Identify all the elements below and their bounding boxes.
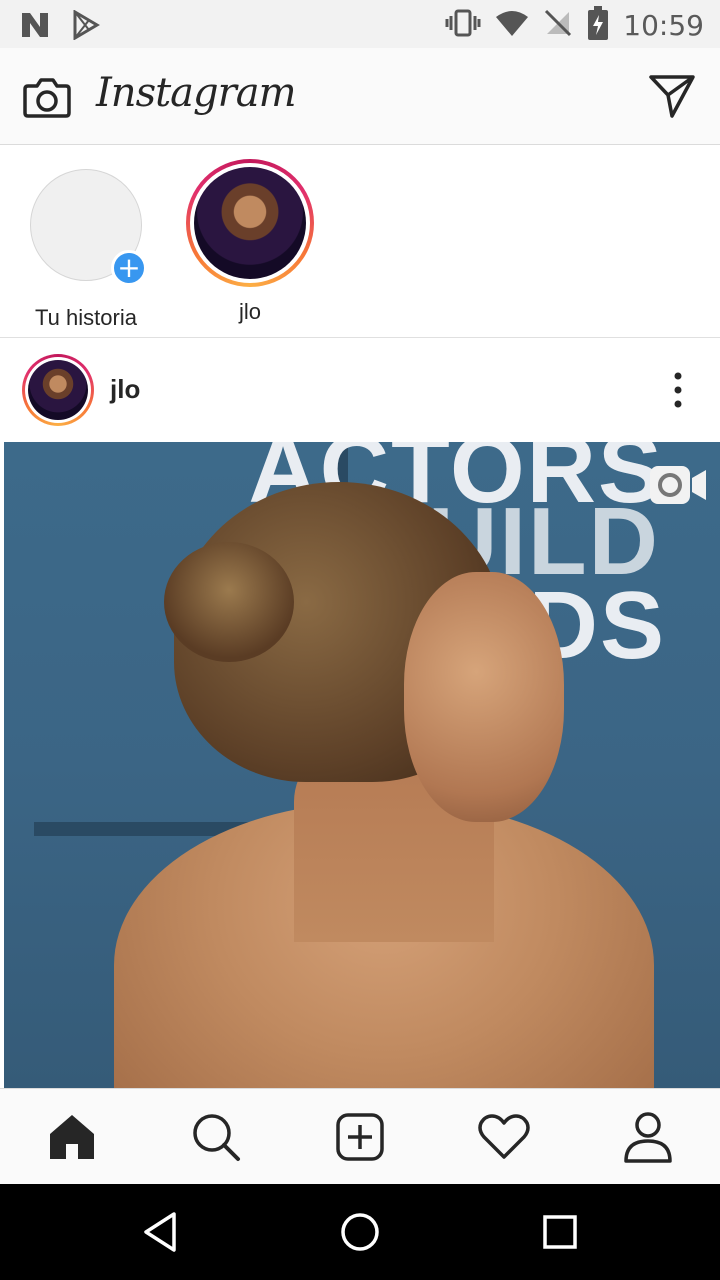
app-logo: Instagram — [96, 70, 297, 116]
story-your-story[interactable]: + Tu historia — [16, 159, 156, 331]
video-icon — [648, 464, 708, 508]
profile-icon[interactable] — [622, 1111, 674, 1163]
direct-message-icon[interactable] — [648, 72, 696, 120]
avatar — [194, 167, 306, 279]
post-avatar[interactable] — [22, 354, 94, 426]
avatar: + — [30, 169, 147, 286]
story-ring — [186, 159, 314, 287]
status-bar: 10:59 — [0, 0, 720, 48]
home-icon[interactable] — [46, 1111, 98, 1163]
play-store-icon — [72, 9, 100, 45]
more-vertical-icon[interactable] — [666, 368, 690, 412]
add-story-icon[interactable]: + — [111, 250, 147, 286]
story-jlo[interactable]: jlo — [180, 159, 320, 325]
photo-subject-face — [404, 572, 564, 822]
post-media[interactable]: ACTORS GUILD RDS — [4, 442, 720, 1088]
heart-icon[interactable] — [478, 1111, 530, 1163]
app-bar: Instagram — [0, 48, 720, 145]
home-circle-icon[interactable] — [338, 1210, 382, 1254]
no-sim-icon — [543, 8, 573, 43]
photo-subject-bun — [164, 542, 294, 662]
back-icon[interactable] — [138, 1210, 182, 1254]
system-nav-bar — [0, 1184, 720, 1280]
story-label: jlo — [238, 299, 261, 324]
bottom-tab-bar — [0, 1088, 720, 1185]
post-header: jlo — [0, 338, 720, 442]
new-post-icon[interactable] — [334, 1111, 386, 1163]
status-time: 10:59 — [623, 9, 704, 42]
search-icon[interactable] — [190, 1111, 242, 1163]
avatar — [28, 360, 88, 420]
camera-icon[interactable] — [22, 72, 72, 122]
story-label: Tu historia — [35, 305, 137, 330]
post-username[interactable]: jlo — [110, 374, 140, 405]
wifi-icon — [495, 9, 529, 42]
n-notification-icon — [20, 11, 50, 44]
recents-icon[interactable] — [538, 1210, 582, 1254]
vibrate-icon — [445, 8, 481, 43]
battery-icon — [587, 6, 609, 45]
stories-tray: + Tu historia jlo — [0, 145, 720, 338]
